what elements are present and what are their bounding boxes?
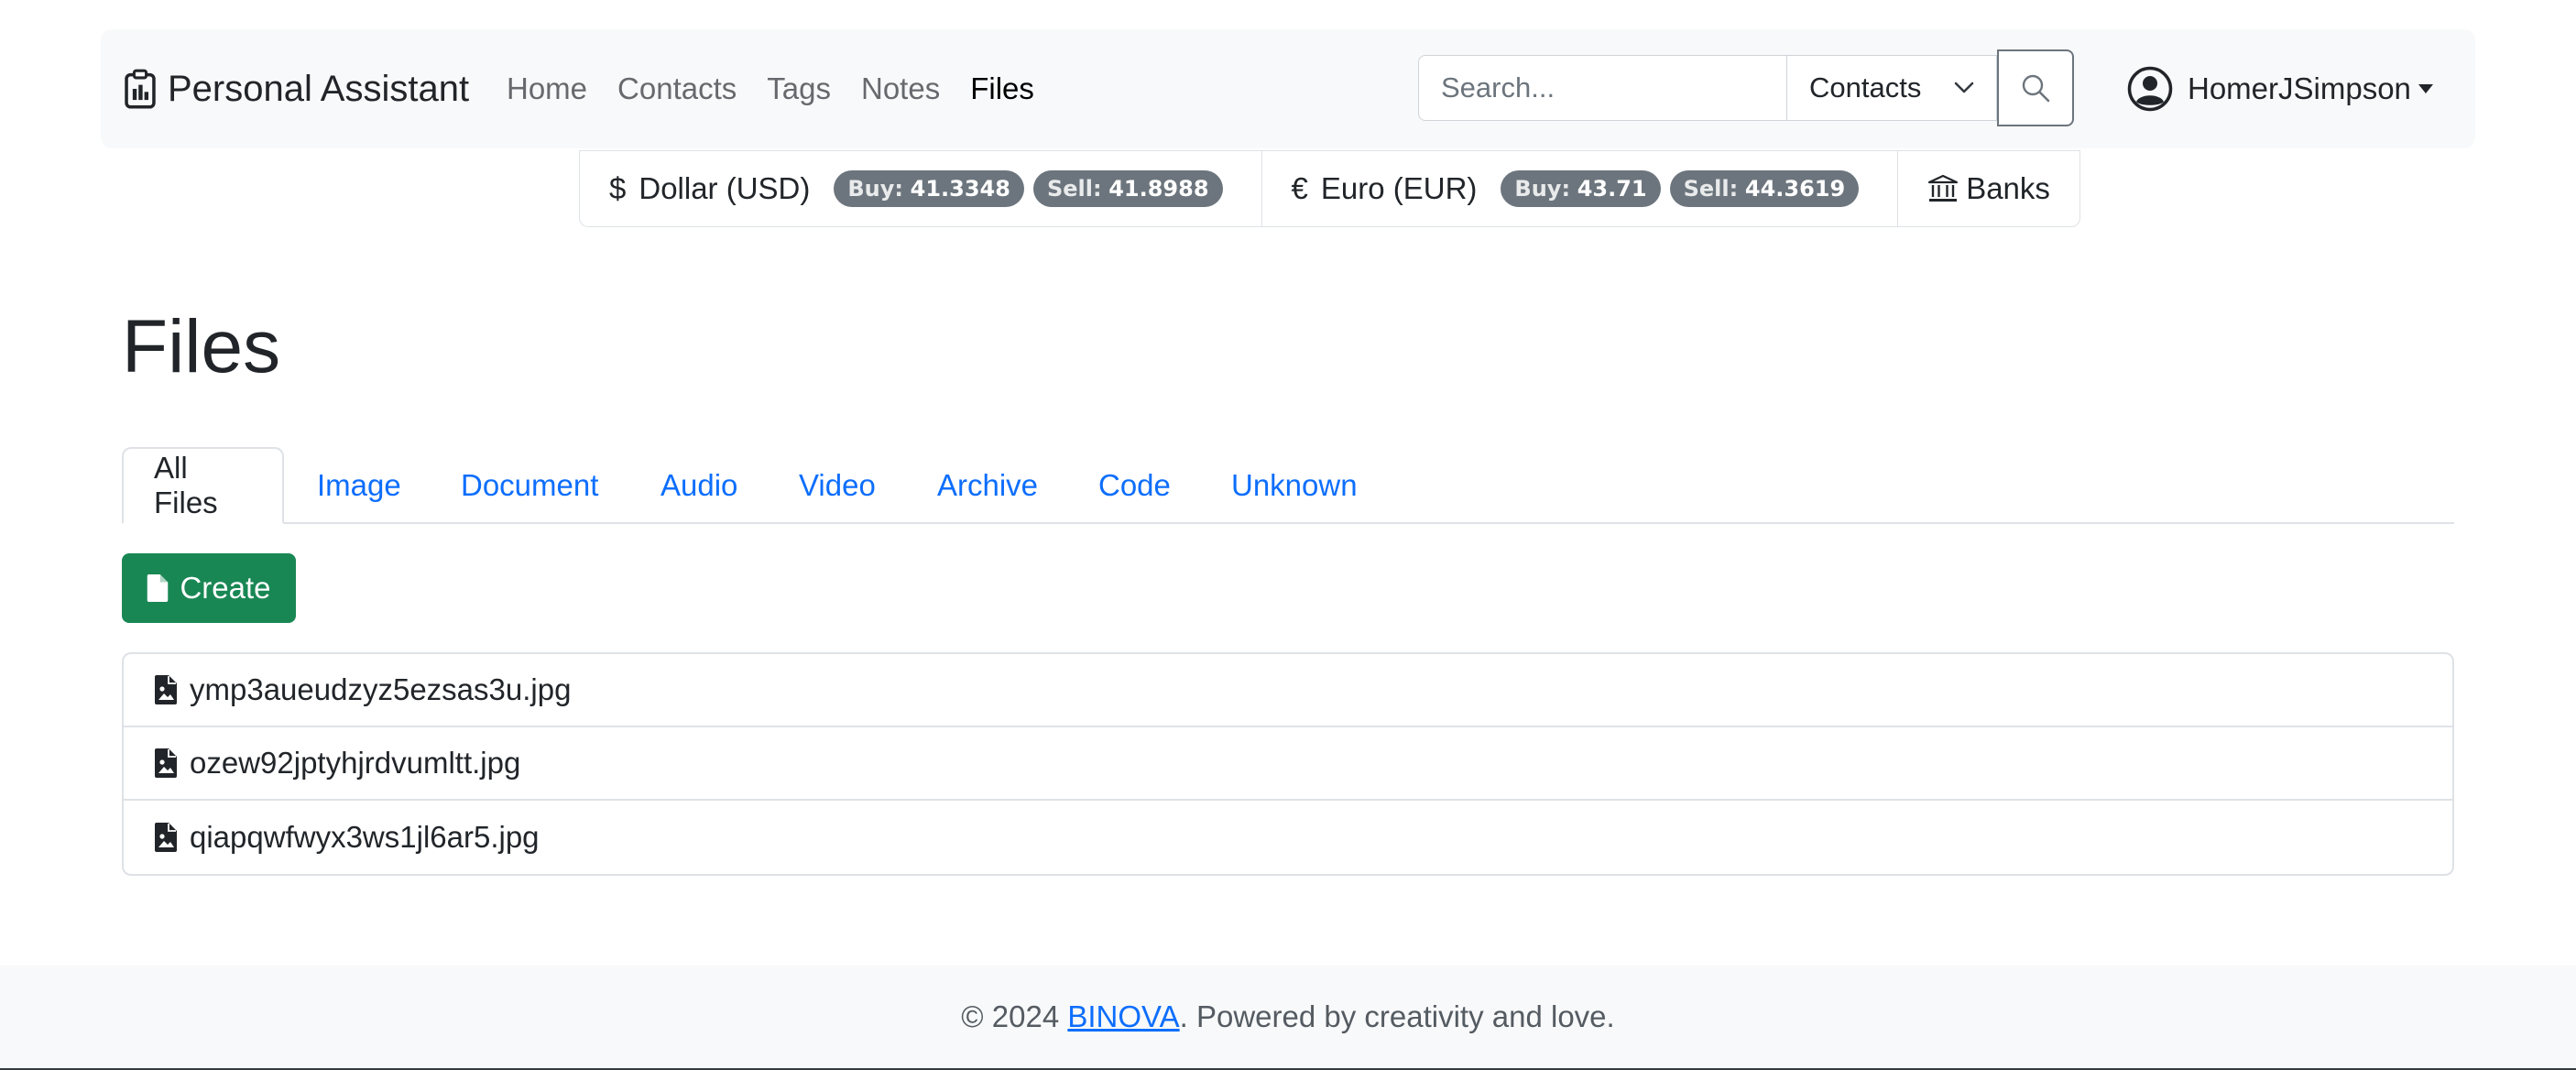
sell-rate-badge: Sell: 41.8988: [1032, 170, 1223, 207]
chevron-down-icon: [1954, 82, 1974, 93]
euro-icon: €: [1291, 171, 1308, 205]
image-file-icon: [155, 675, 177, 704]
navbar: Personal Assistant Home Contacts Tags No…: [101, 29, 2475, 148]
banks-link[interactable]: Banks: [1898, 151, 2079, 226]
file-type-tabs: All Files Image Document Audio Video Arc…: [122, 447, 2454, 524]
nav-links: Home Contacts Tags Notes Files: [507, 29, 1064, 148]
nav-link-home[interactable]: Home: [507, 71, 587, 106]
list-item[interactable]: ozew92jptyhjrdvumltt.jpg: [124, 727, 2452, 801]
banks-label: Banks: [1966, 171, 2050, 205]
tab-code[interactable]: Code: [1098, 447, 1171, 524]
tab-archive[interactable]: Archive: [937, 447, 1038, 524]
list-item[interactable]: qiapqwfwyx3ws1jl6ar5.jpg: [124, 801, 2452, 874]
nav-link-notes[interactable]: Notes: [861, 71, 940, 106]
search-form: Contacts: [1418, 49, 2074, 126]
currency-name: Dollar (USD): [639, 171, 811, 205]
search-input[interactable]: [1418, 55, 1786, 121]
file-name: ymp3aueudzyz5ezsas3u.jpg: [190, 672, 572, 706]
currency-bar: $ Dollar (USD) Buy: 41.3348 Sell: 41.898…: [579, 150, 2080, 227]
user-avatar-icon: [2127, 66, 2173, 112]
buy-rate-badge: Buy: 41.3348: [834, 170, 1024, 207]
create-button[interactable]: Create: [122, 553, 296, 623]
currency-name: Euro (EUR): [1320, 171, 1478, 205]
search-scope-select[interactable]: Contacts: [1786, 55, 1997, 121]
caret-down-icon: [2418, 84, 2433, 93]
page-title: Files: [122, 305, 281, 388]
create-label: Create: [180, 571, 271, 605]
user-menu[interactable]: HomerJSimpson: [2127, 29, 2433, 148]
search-button[interactable]: [1997, 49, 2074, 126]
nav-link-files[interactable]: Files: [970, 71, 1034, 106]
footer-suffix: . Powered by creativity and love.: [1179, 999, 1615, 1033]
brand-name: Personal Assistant: [168, 68, 470, 109]
search-scope-value: Contacts: [1809, 71, 1922, 104]
currency-eur[interactable]: € Euro (EUR) Buy: 43.71 Sell: 44.3619: [1262, 151, 1899, 226]
image-file-icon: [155, 823, 177, 852]
currency-usd[interactable]: $ Dollar (USD) Buy: 41.3348 Sell: 41.898…: [580, 151, 1262, 226]
buy-rate-badge: Buy: 43.71: [1501, 170, 1661, 207]
tab-document[interactable]: Document: [461, 447, 598, 524]
tab-unknown[interactable]: Unknown: [1231, 447, 1358, 524]
image-file-icon: [155, 748, 177, 778]
username: HomerJSimpson: [2188, 71, 2411, 105]
file-icon: [147, 574, 169, 602]
file-name: qiapqwfwyx3ws1jl6ar5.jpg: [190, 820, 540, 854]
file-name: ozew92jptyhjrdvumltt.jpg: [190, 746, 521, 780]
clipboard-icon: [125, 69, 156, 109]
footer: © 2024 BINOVA. Powered by creativity and…: [0, 966, 2576, 1070]
bank-icon: [1927, 174, 1959, 203]
brand[interactable]: Personal Assistant: [124, 29, 469, 148]
footer-prefix: © 2024: [961, 999, 1068, 1033]
file-list: ymp3aueudzyz5ezsas3u.jpg ozew92jptyhjrdv…: [122, 652, 2454, 876]
tab-audio[interactable]: Audio: [660, 447, 737, 524]
nav-link-tags[interactable]: Tags: [767, 71, 831, 106]
nav-link-contacts[interactable]: Contacts: [617, 71, 737, 106]
footer-link-binova[interactable]: BINOVA: [1067, 999, 1179, 1034]
tab-video[interactable]: Video: [799, 447, 876, 524]
dollar-icon: $: [609, 171, 627, 205]
tab-image[interactable]: Image: [317, 447, 401, 524]
sell-rate-badge: Sell: 44.3619: [1669, 170, 1860, 207]
search-icon: [2022, 74, 2050, 103]
tab-all-files[interactable]: All Files: [122, 447, 284, 524]
list-item[interactable]: ymp3aueudzyz5ezsas3u.jpg: [124, 654, 2452, 727]
